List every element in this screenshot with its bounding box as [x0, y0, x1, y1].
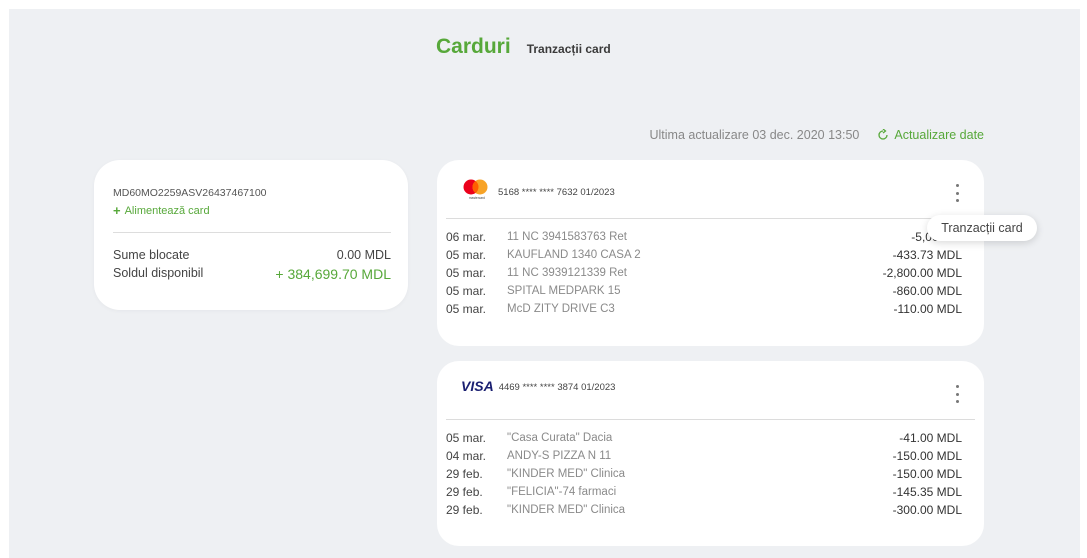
divider: [446, 419, 975, 420]
tx-description: "Casa Curata" Dacia: [507, 432, 613, 444]
tx-date: 05 mar.: [446, 302, 487, 316]
plus-icon: +: [113, 203, 121, 218]
tx-date: 06 mar.: [446, 230, 487, 244]
tooltip-transactions[interactable]: Tranzacții card: [927, 215, 1037, 241]
update-row: Ultima actualizare 03 dec. 2020 13:50 Ac…: [650, 128, 985, 142]
tab-carduri[interactable]: Carduri: [436, 35, 511, 59]
refresh-data-link[interactable]: Actualizare date: [877, 128, 984, 142]
tx-description: KAUFLAND 1340 CASA 2: [507, 249, 641, 261]
refresh-icon: [878, 129, 889, 140]
last-update-text: Ultima actualizare 03 dec. 2020 13:50: [649, 128, 860, 142]
tx-description: McD ZITY DRIVE C3: [507, 303, 615, 315]
tx-description: "KINDER MED" Clinica: [507, 504, 626, 516]
svg-text:mastercard: mastercard: [469, 196, 485, 200]
tx-description: SPITAL MEDPARK 15: [507, 285, 621, 297]
transaction-row[interactable]: 29 feb. "FELICIA"-74 farmaci -145.35 MDL: [446, 483, 962, 501]
tx-date: 05 mar.: [446, 248, 487, 262]
tabs: Carduri Tranzacții card: [436, 35, 611, 59]
transaction-row[interactable]: 04 mar. ANDY-S PIZZA N 11 -150.00 MDL: [446, 447, 962, 465]
tx-description: ANDY-S PIZZA N 11: [507, 450, 612, 462]
tx-date: 05 mar.: [446, 284, 487, 298]
transaction-list: 05 mar. "Casa Curata" Dacia -41.00 MDL 0…: [446, 429, 962, 519]
divider: [113, 232, 391, 233]
tx-amount: -300.00 MDL: [892, 503, 962, 517]
tx-date: 29 feb.: [446, 503, 483, 517]
available-value: + 384,699.70 MDL: [275, 266, 391, 282]
tx-description: 11 NC 3941583763 Ret: [507, 231, 627, 243]
tx-date: 05 mar.: [446, 266, 487, 280]
transaction-row[interactable]: 05 mar. "Casa Curata" Dacia -41.00 MDL: [446, 429, 962, 447]
blocked-label: Sume blocate: [113, 248, 190, 262]
tx-amount: -860.00 MDL: [892, 284, 962, 298]
blocked-value: 0.00 MDL: [336, 248, 391, 262]
tab-tranzactii-card[interactable]: Tranzacții card: [527, 42, 611, 56]
mastercard-logo-icon: mastercard: [463, 179, 488, 200]
tx-amount: -2,800.00 MDL: [882, 266, 962, 280]
tx-date: 29 feb.: [446, 467, 483, 481]
available-label: Soldul disponibil: [113, 266, 204, 280]
transaction-row[interactable]: 05 mar. McD ZITY DRIVE C3 -110.00 MDL: [446, 300, 962, 318]
tx-amount: -150.00 MDL: [892, 467, 962, 481]
tx-date: 29 feb.: [446, 485, 483, 499]
blocked-amount-row: Sume blocate 0.00 MDL: [113, 248, 391, 262]
transaction-row[interactable]: 06 mar. 11 NC 3941583763 Ret -5,000.00: [446, 228, 962, 246]
transaction-row[interactable]: 05 mar. KAUFLAND 1340 CASA 2 -433.73 MDL: [446, 246, 962, 264]
card-number: 5168 **** **** 7632 01/2023: [498, 187, 615, 198]
tx-amount: -145.35 MDL: [892, 485, 962, 499]
tx-amount: -110.00 MDL: [893, 302, 962, 316]
more-options-icon[interactable]: [954, 385, 960, 403]
topup-card-link[interactable]: + Alimentează card: [113, 203, 210, 218]
card-header: mastercard 5168 **** **** 7632 01/2023: [461, 178, 615, 200]
card-number: 4469 **** **** 3874 01/2023: [498, 382, 616, 393]
card-panel-mastercard: mastercard 5168 **** **** 7632 01/2023 0…: [437, 160, 984, 346]
account-card: MD60MO2259ASV26437467100 + Alimentează c…: [94, 160, 408, 310]
tx-date: 04 mar.: [446, 449, 487, 463]
tx-description: "FELICIA"-74 farmaci: [507, 486, 617, 498]
refresh-data-label: Actualizare date: [894, 128, 984, 142]
transaction-row[interactable]: 05 mar. 11 NC 3939121339 Ret -2,800.00 M…: [446, 264, 962, 282]
card-header: VISA 4469 **** **** 3874 01/2023: [461, 379, 615, 395]
tx-description: 11 NC 3939121339 Ret: [507, 267, 627, 279]
divider: [446, 218, 975, 219]
tx-amount: -150.00 MDL: [892, 449, 962, 463]
tx-description: "KINDER MED" Clinica: [507, 468, 626, 480]
card-panel-visa: VISA 4469 **** **** 3874 01/2023 05 mar.…: [437, 361, 984, 546]
transaction-row[interactable]: 05 mar. SPITAL MEDPARK 15 -860.00 MDL: [446, 282, 962, 300]
tx-amount: -433.73 MDL: [892, 248, 962, 262]
available-balance-row: Soldul disponibil + 384,699.70 MDL: [113, 266, 391, 282]
transaction-list: 06 mar. 11 NC 3941583763 Ret -5,000.00 0…: [446, 228, 962, 318]
tx-amount: -41.00 MDL: [899, 431, 962, 445]
more-options-icon[interactable]: [954, 184, 960, 202]
tx-date: 05 mar.: [446, 431, 487, 445]
account-iban: MD60MO2259ASV26437467100: [113, 187, 267, 199]
transaction-row[interactable]: 29 feb. "KINDER MED" Clinica -300.00 MDL: [446, 501, 962, 519]
visa-logo-icon: VISA: [461, 378, 494, 394]
transaction-row[interactable]: 29 feb. "KINDER MED" Clinica -150.00 MDL: [446, 465, 962, 483]
topup-label: Alimentează card: [124, 204, 210, 217]
